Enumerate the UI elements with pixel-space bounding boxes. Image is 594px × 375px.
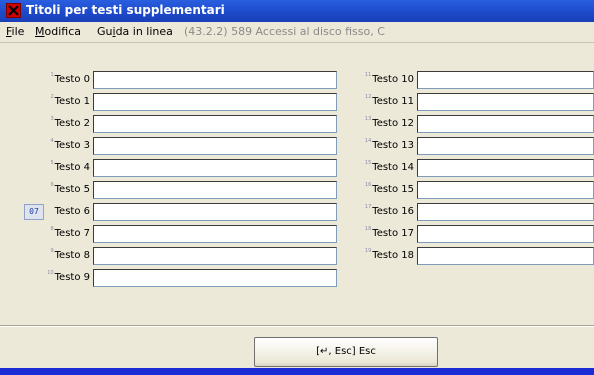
field-label: 4Testo 3 <box>2 138 90 151</box>
field-number: 3 <box>50 116 54 122</box>
field-number: 2 <box>50 94 54 100</box>
field-number: 17 <box>364 204 372 210</box>
text-field[interactable] <box>93 115 337 133</box>
menu-status-info: (43.2.2) 589 Accessi al disco fisso, C <box>184 25 385 38</box>
field-number: 10 <box>47 270 54 276</box>
text-field[interactable] <box>417 181 594 199</box>
field-label-text: Testo 8 <box>54 250 90 261</box>
field-label: 11Testo 10 <box>326 72 414 85</box>
field-label: 10Testo 9 <box>2 270 90 283</box>
field-label: 17Testo 16 <box>326 204 414 217</box>
field-number: 16 <box>364 182 372 188</box>
field-number: 4 <box>50 138 54 144</box>
field-label-text: Testo 18 <box>372 250 414 261</box>
field-label-text: Testo 12 <box>372 118 414 129</box>
text-field[interactable] <box>93 159 337 177</box>
field-number: 13 <box>364 116 372 122</box>
field-label-text: Testo 16 <box>372 206 414 217</box>
text-field[interactable] <box>417 247 594 265</box>
field-number: 6 <box>50 182 54 188</box>
field-number: 1 <box>50 72 54 78</box>
field-label-text: Testo 13 <box>372 140 414 151</box>
menu-modifica[interactable]: Modifica <box>35 25 81 38</box>
field-label-text: Testo 5 <box>54 184 90 195</box>
text-field[interactable] <box>417 137 594 155</box>
field-label: 2Testo 1 <box>2 94 90 107</box>
field-label-text: Testo 1 <box>54 96 90 107</box>
esc-button[interactable]: [↵, Esc] Esc <box>254 337 438 367</box>
field-label-text: Testo 14 <box>372 162 414 173</box>
text-field[interactable] <box>93 71 337 89</box>
field-label-text: Testo 7 <box>54 228 90 239</box>
field-label-text: Testo 10 <box>372 74 414 85</box>
footer-divider-highlight <box>0 326 594 327</box>
field-number: 12 <box>364 94 372 100</box>
text-field[interactable] <box>417 203 594 221</box>
field-label: 16Testo 15 <box>326 182 414 195</box>
field-label: 9Testo 8 <box>2 248 90 261</box>
field-label: 12Testo 11 <box>326 94 414 107</box>
close-icon[interactable] <box>6 3 21 18</box>
field-number: 9 <box>50 248 54 254</box>
text-field[interactable] <box>417 93 594 111</box>
menu-guida[interactable]: Guida in linea <box>97 25 173 38</box>
field-number: 18 <box>364 226 372 232</box>
field-label-text: Testo 11 <box>372 96 414 107</box>
text-field[interactable] <box>417 115 594 133</box>
field-label: 8Testo 7 <box>2 226 90 239</box>
field-number: 8 <box>50 226 54 232</box>
text-field[interactable] <box>93 247 337 265</box>
window-title: Titoli per testi supplementari <box>26 3 225 17</box>
text-field[interactable] <box>417 225 594 243</box>
field-label: Testo 6 <box>2 206 90 217</box>
field-number: 19 <box>364 248 372 254</box>
field-number: 14 <box>364 138 372 144</box>
text-field[interactable] <box>93 269 337 287</box>
field-label: 18Testo 17 <box>326 226 414 239</box>
dialog-window: Titoli per testi supplementari File Modi… <box>0 0 594 368</box>
title-bar[interactable]: Titoli per testi supplementari <box>0 0 594 22</box>
field-label-text: Testo 3 <box>54 140 90 151</box>
field-label: 1Testo 0 <box>2 72 90 85</box>
field-label: 19Testo 18 <box>326 248 414 261</box>
text-field[interactable] <box>93 181 337 199</box>
field-label: 14Testo 13 <box>326 138 414 151</box>
field-label: 13Testo 12 <box>326 116 414 129</box>
text-field[interactable] <box>93 225 337 243</box>
menu-bar: File Modifica Guida in linea (43.2.2) 58… <box>0 22 594 43</box>
field-label-text: Testo 17 <box>372 228 414 239</box>
field-label-text: Testo 4 <box>54 162 90 173</box>
menu-file[interactable]: File <box>6 25 24 38</box>
field-label-text: Testo 15 <box>372 184 414 195</box>
field-label-text: Testo 0 <box>54 74 90 85</box>
text-field[interactable] <box>93 93 337 111</box>
field-number: 5 <box>50 160 54 166</box>
field-label: 5Testo 4 <box>2 160 90 173</box>
text-field[interactable] <box>93 203 337 221</box>
field-label-text: Testo 6 <box>54 206 90 217</box>
field-label-text: Testo 2 <box>54 118 90 129</box>
text-field[interactable] <box>417 159 594 177</box>
text-field[interactable] <box>417 71 594 89</box>
field-number: 11 <box>364 72 372 78</box>
text-field[interactable] <box>93 137 337 155</box>
field-number: 15 <box>364 160 372 166</box>
field-label: 3Testo 2 <box>2 116 90 129</box>
field-label: 15Testo 14 <box>326 160 414 173</box>
field-label-text: Testo 9 <box>54 272 90 283</box>
field-label: 6Testo 5 <box>2 182 90 195</box>
